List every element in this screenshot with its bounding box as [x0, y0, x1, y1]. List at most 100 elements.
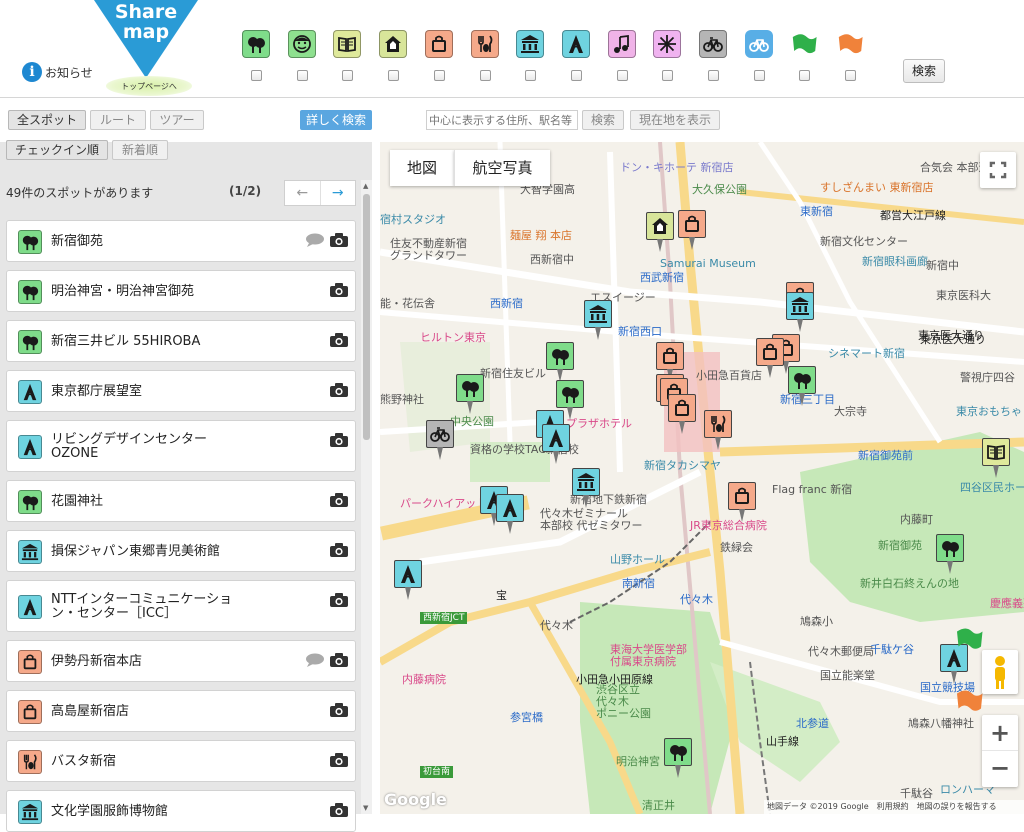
camera-icon[interactable] — [330, 753, 348, 767]
map-place-label[interactable]: 新井白石終えんの地 — [860, 578, 959, 590]
list-item[interactable]: 新宿三井ビル 55HIROBA — [6, 320, 356, 362]
category-checkbox-green-flag[interactable] — [799, 70, 811, 81]
list-item[interactable]: NTTインターコミュニケーショ ン・センター［ICC］ — [6, 580, 356, 632]
map-place-label[interactable]: 代々木郵便局 — [808, 646, 874, 658]
map-pin-book[interactable] — [982, 438, 1010, 478]
map-place-label[interactable]: Samurai Museum — [660, 258, 756, 270]
map-place-label[interactable]: パークハイアット — [400, 498, 487, 510]
map-pin-shopping[interactable] — [728, 482, 756, 522]
map-place-label[interactable]: Flag franc 新宿 — [772, 484, 852, 496]
map-marker-green-flag[interactable] — [954, 624, 984, 654]
map-place-label[interactable]: 北参道 — [796, 718, 829, 730]
prev-page-button[interactable]: ← — [285, 181, 321, 205]
map-pin-shopping[interactable] — [668, 394, 696, 434]
map-place-label[interactable]: 代々木 — [680, 594, 713, 606]
spot-name[interactable]: 新宿三井ビル 55HIROBA — [51, 335, 261, 349]
map-place-label[interactable]: 新宿中 — [926, 260, 959, 272]
fullscreen-button[interactable] — [980, 152, 1016, 188]
comment-icon[interactable] — [305, 653, 325, 667]
map-place-label[interactable]: 新宿文化センター — [820, 236, 908, 248]
category-checkbox-music[interactable] — [616, 70, 628, 81]
list-item[interactable]: 損保ジャパン東郷青児美術館 — [6, 530, 356, 572]
map-place-label[interactable]: 西武新宿 — [640, 272, 684, 284]
address-search-button[interactable]: 検索 — [582, 110, 624, 130]
logo[interactable]: Share map — [94, 0, 198, 78]
category-button-bicycle[interactable] — [699, 30, 727, 58]
spot-name[interactable]: 明治神宮・明治神宮御苑 — [51, 285, 261, 299]
category-button-music[interactable] — [607, 30, 636, 58]
map-pin-museum[interactable] — [786, 292, 814, 332]
map-place-label[interactable]: 西新宿中 — [530, 254, 574, 266]
sort-checkin-button[interactable]: チェックイン順 — [6, 140, 108, 160]
list-item[interactable]: 新宿御苑 — [6, 220, 356, 262]
category-checkbox-tower[interactable] — [570, 70, 582, 81]
camera-icon[interactable] — [330, 333, 348, 347]
category-button-person[interactable] — [287, 30, 316, 58]
map-place-label[interactable]: 麺屋 翔 本店 — [510, 230, 572, 242]
address-search-input[interactable] — [426, 110, 578, 130]
map-place-label[interactable]: 西新宿JCT — [420, 612, 468, 624]
map-place-label[interactable]: 初台南 — [420, 766, 454, 778]
camera-icon[interactable] — [330, 703, 348, 717]
category-button-route[interactable] — [744, 30, 773, 58]
map-pin-tower[interactable] — [496, 494, 524, 534]
category-checkbox-house[interactable] — [388, 70, 400, 81]
current-location-button[interactable]: 現在地を表示 — [630, 110, 720, 130]
map-place-label[interactable]: 内藤町 — [900, 514, 933, 526]
category-checkbox-orange-flag[interactable] — [845, 70, 857, 81]
category-button-park[interactable] — [242, 30, 270, 58]
map-pin-tower[interactable] — [542, 424, 570, 464]
camera-icon[interactable] — [330, 383, 348, 397]
camera-icon[interactable] — [330, 233, 348, 247]
advanced-search-button[interactable]: 詳しく検索 — [300, 110, 372, 130]
map-place-label[interactable]: 東海大学医学部 付属東京病院 — [610, 644, 687, 668]
list-scrollbar[interactable]: ▲ ▼ — [361, 180, 372, 814]
spot-name[interactable]: NTTインターコミュニケーショ ン・センター［ICC］ — [51, 593, 261, 621]
map-place-label[interactable]: 宝 — [496, 590, 507, 602]
map-place-label[interactable]: 鳩森八幡神社 — [908, 718, 974, 730]
spot-name[interactable]: 文化学園服飾博物館 — [51, 805, 261, 819]
tour-tab[interactable]: ツアー — [150, 110, 204, 130]
map-place-label[interactable]: 四谷区民ホール — [960, 482, 1024, 494]
map-place-label[interactable]: 小田急百貨店 — [696, 370, 762, 382]
map-place-label[interactable]: 新宿眼科画廊 — [862, 256, 928, 268]
comment-icon[interactable] — [305, 233, 325, 247]
next-page-button[interactable]: → — [321, 181, 356, 205]
map[interactable]: ドン・キホーテ 新宿店 合気会 本部道場 大智学園高 大久保公園 すしざんまい 東新宿店… — [380, 142, 1024, 814]
map-place-label[interactable]: すしざんまい 東新宿店 — [820, 182, 934, 194]
category-button-book[interactable] — [333, 30, 362, 58]
news-link[interactable]: i お知らせ — [22, 62, 93, 82]
map-place-label[interactable]: 明治神宮 — [616, 756, 660, 768]
map-place-label[interactable]: 代々木ゼミナール 本部校 代ゼミタワー — [540, 508, 643, 532]
map-place-label[interactable]: ヒルトン東京 — [420, 332, 486, 344]
map-place-label[interactable]: 東京医科大 — [936, 290, 991, 302]
map-place-label[interactable]: 東京医大通り — [920, 334, 986, 346]
map-pin-park[interactable] — [664, 738, 692, 778]
map-place-label[interactable]: 新宿西口 — [618, 326, 662, 338]
map-type-map-button[interactable]: 地図 — [390, 150, 454, 186]
toppage-link[interactable]: トップページへ — [106, 76, 192, 96]
map-place-label[interactable]: 能・花伝舎 — [380, 298, 435, 310]
map-pin-park[interactable] — [788, 366, 816, 406]
map-pin-house[interactable] — [646, 212, 674, 252]
map-place-label[interactable]: 鳩森小 — [800, 616, 833, 628]
map-place-label[interactable]: 東京おもちゃ — [956, 406, 1022, 418]
map-place-label[interactable]: 都営大江戸線 — [880, 210, 946, 222]
category-button-house[interactable] — [379, 30, 408, 58]
list-item[interactable]: リビングデザインセンター OZONE — [6, 420, 356, 472]
map-place-label[interactable]: 西新宿 — [490, 298, 523, 310]
map-type-aerial-button[interactable]: 航空写真 — [454, 150, 550, 186]
spot-name[interactable]: バスタ新宿 — [51, 755, 261, 769]
map-pin-park[interactable] — [936, 534, 964, 574]
map-pin-park[interactable] — [456, 374, 484, 414]
map-place-label[interactable]: シネマート新宿 — [828, 348, 905, 360]
map-place-label[interactable]: 新宿タカシマヤ — [644, 460, 721, 472]
map-place-label[interactable]: 住友不動産新宿 グランドタワー — [390, 238, 467, 262]
map-pin-park[interactable] — [546, 342, 574, 382]
map-place-label[interactable]: 千駄ケ谷 — [870, 644, 914, 656]
category-checkbox-book[interactable] — [342, 70, 354, 81]
map-pin-bicycle[interactable] — [426, 420, 454, 460]
category-button-shopping[interactable] — [424, 30, 453, 58]
list-item[interactable]: 高島屋新宿店 — [6, 690, 356, 732]
map-pin-tower[interactable] — [394, 560, 422, 600]
